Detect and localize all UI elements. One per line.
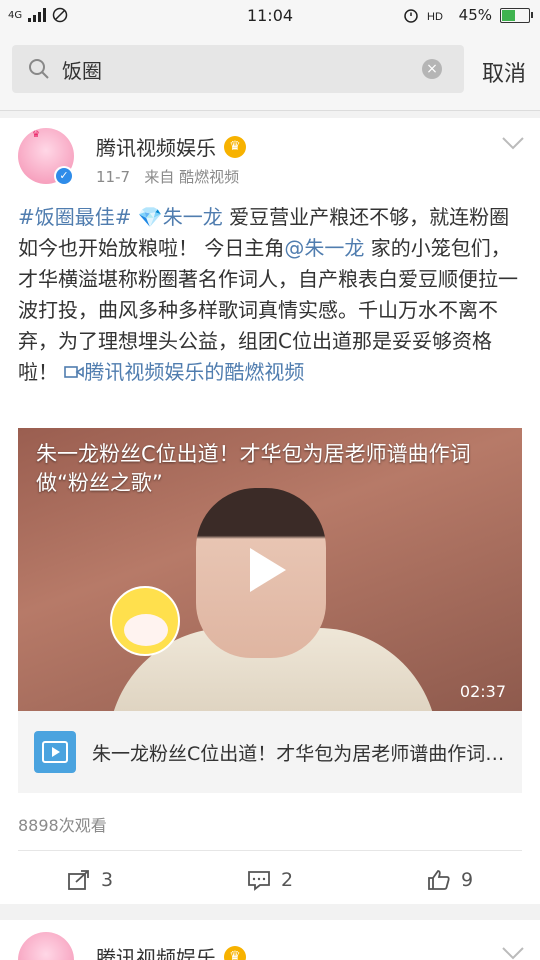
comment-icon: [248, 871, 270, 891]
video-card-title: 朱一龙粉丝C位出道！才华包为居老师谱曲作词做“粉丝之歌”: [92, 742, 512, 765]
action-bar: 3 2 9: [0, 860, 540, 900]
video-link-label: 腾讯视频娱乐的酷燃视频: [84, 360, 305, 384]
hashtag-link[interactable]: #饭圈最佳#: [18, 205, 132, 229]
next-post-card: 腾讯视频娱乐 ♛: [0, 920, 540, 960]
post-text: #饭圈最佳# 💎朱一龙 爱豆营业产粮还不够，就连粉圈如今也开始放粮啦！ 今日主角…: [18, 202, 523, 388]
search-bar: 饭圈 × 取消: [0, 30, 540, 111]
like-button[interactable]: 9: [360, 860, 540, 900]
like-count: 9: [460, 869, 474, 891]
status-time: 11:04: [246, 5, 294, 25]
cartoon-sticker-icon: [110, 586, 180, 656]
search-query[interactable]: 饭圈: [62, 55, 422, 84]
comment-button[interactable]: 2: [180, 860, 360, 900]
play-icon[interactable]: [250, 548, 286, 592]
next-chevron-down-icon[interactable]: [502, 946, 524, 960]
post-meta: 11-7 来自 酷燃视频: [96, 166, 239, 187]
avatar-badge-icon: ♛: [32, 130, 41, 140]
next-avatar[interactable]: [18, 932, 74, 960]
divider: [18, 850, 522, 851]
clear-search-icon[interactable]: ×: [422, 59, 442, 79]
video-duration: 02:37: [459, 682, 506, 701]
video-link-card[interactable]: 朱一龙粉丝C位出道！才华包为居老师谱曲作词做“粉丝之歌”: [18, 711, 522, 793]
author-row: 腾讯视频娱乐 ♛: [96, 132, 246, 161]
next-author-name[interactable]: 腾讯视频娱乐: [96, 942, 216, 960]
post-date: 11-7: [96, 168, 131, 186]
next-author-row: 腾讯视频娱乐 ♛: [96, 942, 246, 960]
vip-crown-icon: ♛: [224, 135, 246, 158]
mention-link[interactable]: @朱一龙: [284, 236, 364, 260]
view-count: 8898次观看: [18, 816, 107, 835]
chevron-down-icon[interactable]: [502, 136, 524, 150]
verified-badge: ✓: [54, 166, 74, 186]
video-camera-icon: [64, 366, 85, 378]
post-source: 来自 酷燃视频: [144, 168, 240, 186]
thumbs-up-icon: [428, 870, 450, 890]
comment-count: 2: [280, 869, 294, 891]
cancel-button[interactable]: 取消: [482, 56, 526, 88]
share-icon: [68, 870, 89, 890]
share-button[interactable]: 3: [0, 860, 180, 900]
post-card: ♛ ✓ 腾讯视频娱乐 ♛ 11-7 来自 酷燃视频 #饭圈最佳# 💎朱一龙 爱豆…: [0, 118, 540, 904]
search-input[interactable]: 饭圈 ×: [12, 45, 464, 93]
video-link[interactable]: 腾讯视频娱乐的酷燃视频: [64, 360, 304, 384]
video-title: 朱一龙粉丝C位出道！才华包为居老师谱曲作词做“粉丝之歌”: [36, 442, 471, 495]
share-count: 3: [100, 869, 114, 891]
topic-link[interactable]: 💎朱一龙: [138, 205, 223, 229]
status-bar: 4G 11:04 HD 45%: [0, 0, 540, 30]
video-player[interactable]: 朱一龙粉丝C位出道！才华包为居老师谱曲作词做“粉丝之歌” 02:37: [18, 428, 522, 711]
battery-icon: [500, 7, 533, 23]
search-icon: [29, 59, 49, 79]
video-file-icon: [34, 731, 76, 773]
author-name[interactable]: 腾讯视频娱乐: [96, 132, 216, 161]
verified-check-icon: ✓: [56, 168, 72, 184]
next-vip-crown-icon: ♛: [224, 945, 246, 960]
